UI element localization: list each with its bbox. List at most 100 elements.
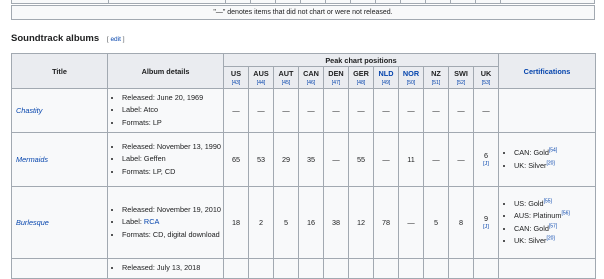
section-title: Soundtrack albums [11,33,100,44]
detail-label: Released: [122,141,157,151]
detail-item: Label: RCA [122,216,223,229]
reference-link[interactable]: [50] [399,80,423,86]
peak-position: 18 [223,186,249,259]
album-title[interactable]: Chastity [11,88,108,133]
peak-position [323,258,349,279]
table-row: Released: July 13, 2018 [11,258,596,279]
country-code: AUT [278,69,294,78]
country-code: UK [480,69,492,78]
peak-position: 65 [223,132,249,187]
detail-item: Label: Atco [122,104,223,117]
certification-item: CAN: Gold[57] [514,223,594,236]
edit-section: [ edit ] [106,36,125,43]
country-code[interactable]: NLD [379,69,394,78]
country-code[interactable]: NOR [403,69,419,78]
detail-value[interactable]: RCA [144,217,159,226]
peak-position: 55 [348,132,374,187]
reference-link[interactable]: [57] [549,223,557,229]
detail-label: Released: [122,204,157,214]
detail-label: Label: [122,105,144,115]
certification-item: US: Gold[55] [514,198,594,211]
peak-position: — [448,132,474,187]
reference-link[interactable]: [J] [475,223,497,232]
country-header-us: US [43] [223,66,249,89]
album-title[interactable]: Mermaids [11,132,108,187]
reference-link[interactable]: [51] [424,80,448,86]
country-header-nor[interactable]: NOR [50] [398,66,424,89]
peak-value: 9 [483,213,489,223]
reference-link[interactable]: [52] [449,80,473,86]
reference-link[interactable]: [46] [299,80,323,86]
country-header-den: DEN [47] [323,66,349,89]
certification-text: US: Gold [514,198,544,208]
reference-link[interactable]: [45] [274,80,298,86]
reference-link[interactable]: [44] [249,80,273,86]
peak-position: — [223,88,249,133]
peak-position: — [423,88,449,133]
album-details: Released: November 13, 1990Label: Geffen… [107,132,224,187]
peak-position: 78 [373,186,399,259]
country-code: NZ [431,69,441,78]
table-row: Burlesque Released: November 19, 2010 Labe… [11,186,596,259]
certifications: CAN: Gold[54]UK: Silver[20] [498,132,596,187]
album-title-link[interactable]: Chastity [16,106,42,115]
country-header-can: CAN [46] [298,66,324,89]
reference-link[interactable]: [47] [324,80,348,86]
country-code: US [230,69,242,78]
peak-position [473,258,499,279]
peak-value: 6 [483,150,489,160]
detail-value: July 13, 2018 [156,263,201,273]
peak-position: — [298,88,324,133]
detail-value: November 19, 2010 [156,204,221,214]
peak-position: 5 [423,186,449,259]
reference-link[interactable]: [55] [544,198,552,204]
peak-position [423,258,449,279]
detail-label: Label: [122,217,144,227]
certifications [498,258,596,279]
reference-link[interactable]: [43] [224,80,248,86]
detail-label: Formats: [122,117,153,127]
album-title[interactable] [11,258,108,279]
peak-position [348,258,374,279]
peak-position: 5 [273,186,299,259]
detail-value: June 20, 1969 [156,92,204,102]
peak-position [298,258,324,279]
reference-link[interactable]: [20] [546,236,554,242]
album-title-link[interactable]: Mermaids [16,155,48,164]
reference-link[interactable]: [J] [475,160,497,169]
certification-item: AUS: Platinum[56] [514,210,594,223]
peak-position: 8 [448,186,474,259]
reference-link[interactable]: [54] [549,148,557,154]
certification-text: AUS: Platinum [514,211,562,220]
album-title[interactable]: Burlesque [11,186,108,259]
peak-position: 29 [273,132,299,187]
peak-position: — [473,88,499,133]
reference-link[interactable]: [49] [374,80,398,86]
reference-link[interactable]: [56] [561,211,569,217]
edit-link[interactable]: edit [110,36,120,43]
detail-label: Released: [122,92,157,102]
peak-position: 53 [248,132,274,187]
country-header-aus: AUS [44] [248,66,274,89]
table-row: Mermaids Released: November 13, 1990Label… [11,132,596,187]
album-details: Released: June 20, 1969 Label: AtcoFormat… [107,88,224,133]
detail-value: CD, digital download [152,229,220,239]
peak-position [223,258,249,279]
country-header-nz: NZ [51] [423,66,449,89]
header-certifications[interactable]: Certifications [498,53,596,89]
reference-link[interactable]: [53] [474,80,498,86]
peak-position: — [248,88,274,133]
country-header-nld[interactable]: NLD [49] [373,66,399,89]
header-peak-positions: Peak chart positions [223,53,499,67]
country-header-aut: AUT [45] [273,66,299,89]
album-title-link[interactable]: Burlesque [16,218,49,227]
album-details: Released: July 13, 2018 [107,258,224,279]
country-header-ger: GER [48] [348,66,374,89]
detail-item: Formats: LP, CD [122,166,223,179]
detail-item: Formats: LP [122,117,223,130]
reference-link[interactable]: [20] [546,160,554,166]
peak-position: 6 [J] [473,132,499,187]
reference-link[interactable]: [48] [349,80,373,86]
section-heading: Soundtrack albums [ edit ] [11,33,125,44]
certification-text: UK: Silver [514,236,547,245]
